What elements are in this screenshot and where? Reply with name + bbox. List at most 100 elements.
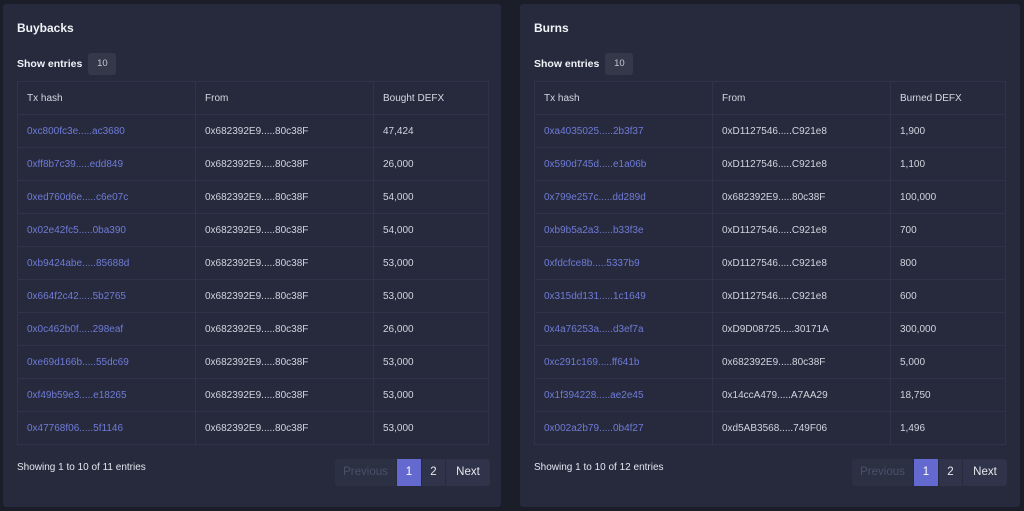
next-button[interactable]: Next: [963, 459, 1007, 486]
from-cell: 0xD1127546.....C921e8: [712, 114, 891, 148]
from-cell: 0x682392E9.....80c38F: [195, 411, 374, 445]
table-row: 0x590d745d.....e1a06b 0xD1127546.....C921…: [534, 147, 1006, 181]
from-cell: 0x682392E9.....80c38F: [712, 180, 891, 214]
column-header-bought-defx[interactable]: Bought DEFX: [373, 81, 489, 115]
tx-hash-cell[interactable]: 0xed760d6e.....c6e07c: [17, 180, 196, 214]
from-cell: 0x682392E9.....80c38F: [195, 312, 374, 346]
tx-hash-cell[interactable]: 0x47768f06.....5f1146: [17, 411, 196, 445]
burns-showing-info: Showing 1 to 10 of 12 entries: [534, 462, 664, 473]
amount-cell: 53,000: [373, 345, 489, 379]
amount-cell: 800: [890, 246, 1006, 280]
amount-cell: 700: [890, 213, 1006, 247]
table-row: 0x47768f06.....5f1146 0x682392E9.....80c3…: [17, 411, 489, 445]
burns-panel: Burns Show entries 10 Tx hash From Burne…: [520, 4, 1020, 507]
tx-hash-cell[interactable]: 0x799e257c.....dd289d: [534, 180, 713, 214]
tx-hash-cell[interactable]: 0x664f2c42.....5b2765: [17, 279, 196, 313]
page-1-button[interactable]: 1: [397, 459, 422, 486]
tx-hash-cell[interactable]: 0x1f394228.....ae2e45: [534, 378, 713, 412]
column-header-burned-defx[interactable]: Burned DEFX: [890, 81, 1006, 115]
table-row: 0xe69d166b.....55dc69 0x682392E9.....80c3…: [17, 345, 489, 379]
tx-hash-cell[interactable]: 0xa4035025.....2b3f37: [534, 114, 713, 148]
column-header-from[interactable]: From: [712, 81, 891, 115]
table-row: 0x02e42fc5.....0ba390 0x682392E9.....80c3…: [17, 213, 489, 247]
table-row: 0xfdcfce8b.....5337b9 0xD1127546.....C921…: [534, 246, 1006, 280]
table-row: 0x1f394228.....ae2e45 0x14ccA479.....A7AA…: [534, 378, 1006, 412]
burns-pagination: Previous 1 2 Next: [852, 459, 1007, 486]
tx-hash-cell[interactable]: 0xe69d166b.....55dc69: [17, 345, 196, 379]
amount-cell: 47,424: [373, 114, 489, 148]
tx-hash-cell[interactable]: 0x02e42fc5.....0ba390: [17, 213, 196, 247]
table-row: 0x664f2c42.....5b2765 0x682392E9.....80c3…: [17, 279, 489, 313]
table-row: 0xc291c169.....ff641b 0x682392E9.....80c3…: [534, 345, 1006, 379]
amount-cell: 53,000: [373, 246, 489, 280]
buybacks-title: Buybacks: [17, 21, 74, 35]
from-cell: 0x682392E9.....80c38F: [195, 180, 374, 214]
table-row: 0x002a2b79.....0b4f27 0xd5AB3568.....749F…: [534, 411, 1006, 445]
amount-cell: 1,496: [890, 411, 1006, 445]
amount-cell: 53,000: [373, 411, 489, 445]
from-cell: 0x682392E9.....80c38F: [195, 246, 374, 280]
from-cell: 0x14ccA479.....A7AA29: [712, 378, 891, 412]
buybacks-show-entries: Show entries 10: [17, 53, 117, 75]
page-2-button[interactable]: 2: [422, 459, 446, 486]
amount-cell: 26,000: [373, 147, 489, 181]
previous-button[interactable]: Previous: [852, 459, 914, 486]
from-cell: 0xD1127546.....C921e8: [712, 279, 891, 313]
amount-cell: 5,000: [890, 345, 1006, 379]
table-row: 0xed760d6e.....c6e07c 0x682392E9.....80c3…: [17, 180, 489, 214]
table-row: 0xb9424abe.....85688d 0x682392E9.....80c3…: [17, 246, 489, 280]
tx-hash-cell[interactable]: 0x590d745d.....e1a06b: [534, 147, 713, 181]
amount-cell: 300,000: [890, 312, 1006, 346]
buybacks-entries-select[interactable]: 10: [88, 53, 117, 75]
burns-title: Burns: [534, 21, 569, 35]
column-header-tx-hash[interactable]: Tx hash: [17, 81, 196, 115]
previous-button[interactable]: Previous: [335, 459, 397, 486]
from-cell: 0xD1127546.....C921e8: [712, 147, 891, 181]
tx-hash-cell[interactable]: 0xb9b5a2a3.....b33f3e: [534, 213, 713, 247]
tx-hash-cell[interactable]: 0x002a2b79.....0b4f27: [534, 411, 713, 445]
buybacks-pagination: Previous 1 2 Next: [335, 459, 490, 486]
tx-hash-cell[interactable]: 0xff8b7c39.....edd849: [17, 147, 196, 181]
next-button[interactable]: Next: [446, 459, 490, 486]
burns-show-entries: Show entries 10: [534, 53, 634, 75]
page-1-button[interactable]: 1: [914, 459, 939, 486]
page-2-button[interactable]: 2: [939, 459, 963, 486]
burns-entries-select[interactable]: 10: [605, 53, 634, 75]
tx-hash-cell[interactable]: 0x0c462b0f.....298eaf: [17, 312, 196, 346]
from-cell: 0xD9D08725.....30171A: [712, 312, 891, 346]
tx-hash-cell[interactable]: 0xfdcfce8b.....5337b9: [534, 246, 713, 280]
table-row: 0x799e257c.....dd289d 0x682392E9.....80c3…: [534, 180, 1006, 214]
amount-cell: 1,900: [890, 114, 1006, 148]
show-entries-label: Show entries: [534, 58, 600, 70]
amount-cell: 54,000: [373, 180, 489, 214]
column-header-from[interactable]: From: [195, 81, 374, 115]
from-cell: 0x682392E9.....80c38F: [195, 279, 374, 313]
tx-hash-cell[interactable]: 0xf49b59e3.....e18265: [17, 378, 196, 412]
amount-cell: 600: [890, 279, 1006, 313]
tx-hash-cell[interactable]: 0xb9424abe.....85688d: [17, 246, 196, 280]
burns-table: Tx hash From Burned DEFX 0xa4035025.....…: [534, 81, 1006, 445]
amount-cell: 53,000: [373, 279, 489, 313]
column-header-tx-hash[interactable]: Tx hash: [534, 81, 713, 115]
buybacks-panel: Buybacks Show entries 10 Tx hash From Bo…: [3, 4, 501, 507]
tx-hash-cell[interactable]: 0x315dd131.....1c1649: [534, 279, 713, 313]
table-row: 0x4a76253a.....d3ef7a 0xD9D08725.....3017…: [534, 312, 1006, 346]
tx-hash-cell[interactable]: 0xc800fc3e.....ac3680: [17, 114, 196, 148]
from-cell: 0xD1127546.....C921e8: [712, 246, 891, 280]
amount-cell: 100,000: [890, 180, 1006, 214]
amount-cell: 26,000: [373, 312, 489, 346]
from-cell: 0x682392E9.....80c38F: [195, 213, 374, 247]
tx-hash-cell[interactable]: 0xc291c169.....ff641b: [534, 345, 713, 379]
from-cell: 0x682392E9.....80c38F: [195, 378, 374, 412]
from-cell: 0x682392E9.....80c38F: [195, 345, 374, 379]
table-row: 0x315dd131.....1c1649 0xD1127546.....C921…: [534, 279, 1006, 313]
from-cell: 0xD1127546.....C921e8: [712, 213, 891, 247]
tx-hash-cell[interactable]: 0x4a76253a.....d3ef7a: [534, 312, 713, 346]
from-cell: 0x682392E9.....80c38F: [195, 147, 374, 181]
show-entries-label: Show entries: [17, 58, 83, 70]
from-cell: 0x682392E9.....80c38F: [712, 345, 891, 379]
amount-cell: 54,000: [373, 213, 489, 247]
table-header-row: Tx hash From Bought DEFX: [17, 81, 489, 115]
from-cell: 0xd5AB3568.....749F06: [712, 411, 891, 445]
table-row: 0xb9b5a2a3.....b33f3e 0xD1127546.....C921…: [534, 213, 1006, 247]
